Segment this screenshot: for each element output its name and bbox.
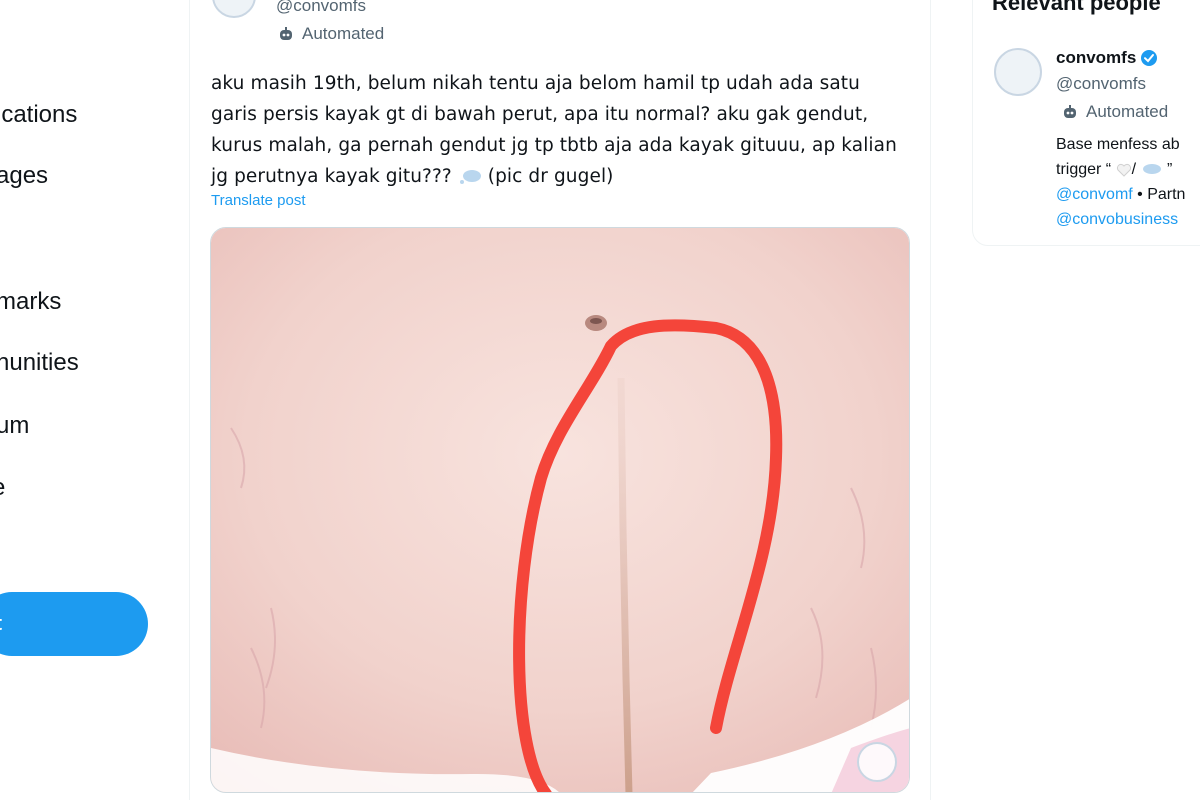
bio-line-1: Base menfess ab — [1056, 136, 1180, 153]
automated-badge: Automated — [278, 24, 384, 44]
nav-label-messages: ages — [0, 162, 49, 189]
bot-icon — [1064, 105, 1076, 118]
nav-label-notifications: ications — [0, 101, 78, 128]
bio-link-convobusiness[interactable]: @convobusiness — [1056, 211, 1178, 228]
nav-label-bookmarks: marks — [0, 288, 62, 315]
relevant-people-title: Relevant people — [992, 0, 1161, 15]
right-sidebar: Relevant people convomfs @convomfs Autom… — [930, 0, 1200, 800]
nav-item-notifications[interactable]: ications — [0, 99, 77, 131]
translate-post-link[interactable]: Translate post — [211, 192, 306, 209]
automated-label: Automated — [302, 24, 385, 43]
post-detail: @convomfs Automated aku masih 19th, belu… — [190, 0, 930, 800]
bio-partner-text: • Partn — [1132, 186, 1186, 203]
nav-item-messages[interactable]: ages — [0, 160, 48, 192]
left-nav: re ications ages marks nunities um e ost — [0, 0, 190, 800]
nav-item-premium[interactable]: um — [0, 410, 29, 442]
nav-item-profile[interactable]: e — [0, 472, 5, 504]
nav-label-premium: um — [0, 412, 30, 439]
nav-label-communities: nunities — [0, 349, 79, 376]
relevant-avatar[interactable] — [994, 48, 1042, 96]
bio-trigger-suffix: ” — [1166, 161, 1173, 178]
bio-trigger-prefix: trigger “ — [1056, 161, 1112, 178]
post-body-suffix: (pic dr gugel) — [487, 166, 614, 187]
relevant-automated-label: Automated — [1086, 102, 1169, 121]
belly-photo — [211, 228, 909, 792]
post-button[interactable]: ost — [0, 592, 148, 656]
bio-line-4: @convobusiness — [1056, 207, 1185, 232]
post-button-label: ost — [0, 592, 2, 656]
watermark-logo — [857, 742, 897, 782]
nav-item-bookmarks[interactable]: marks — [0, 286, 61, 318]
relevant-bio: Base menfess ab trigger “ / ” @convomf •… — [1056, 132, 1185, 232]
relevant-name[interactable]: convomfs — [1056, 48, 1158, 68]
post-text: aku masih 19th, belum nikah tentu aja be… — [211, 68, 901, 192]
bio-line-3: @convomf • Partn — [1056, 182, 1185, 207]
relevant-name-label: convomfs — [1056, 48, 1137, 67]
bio-trigger-separator: / — [1131, 161, 1137, 178]
bio-link-convomf[interactable]: @convomf — [1056, 186, 1133, 203]
nav-item-communities[interactable]: nunities — [0, 347, 79, 379]
post-media[interactable] — [210, 227, 910, 793]
thought-bubble-icon — [1143, 163, 1162, 174]
relevant-automated-badge: Automated — [1062, 102, 1168, 122]
author-avatar[interactable] — [212, 0, 256, 18]
white-heart-icon — [1116, 163, 1131, 177]
nav-label-profile: e — [0, 474, 5, 501]
bot-icon — [280, 27, 292, 40]
relevant-handle[interactable]: @convomfs — [1056, 74, 1146, 94]
bio-line-2: trigger “ / ” — [1056, 157, 1185, 182]
author-handle[interactable]: @convomfs — [276, 0, 366, 16]
thought-bubble-icon — [459, 170, 481, 184]
verified-badge-icon — [1141, 50, 1158, 66]
